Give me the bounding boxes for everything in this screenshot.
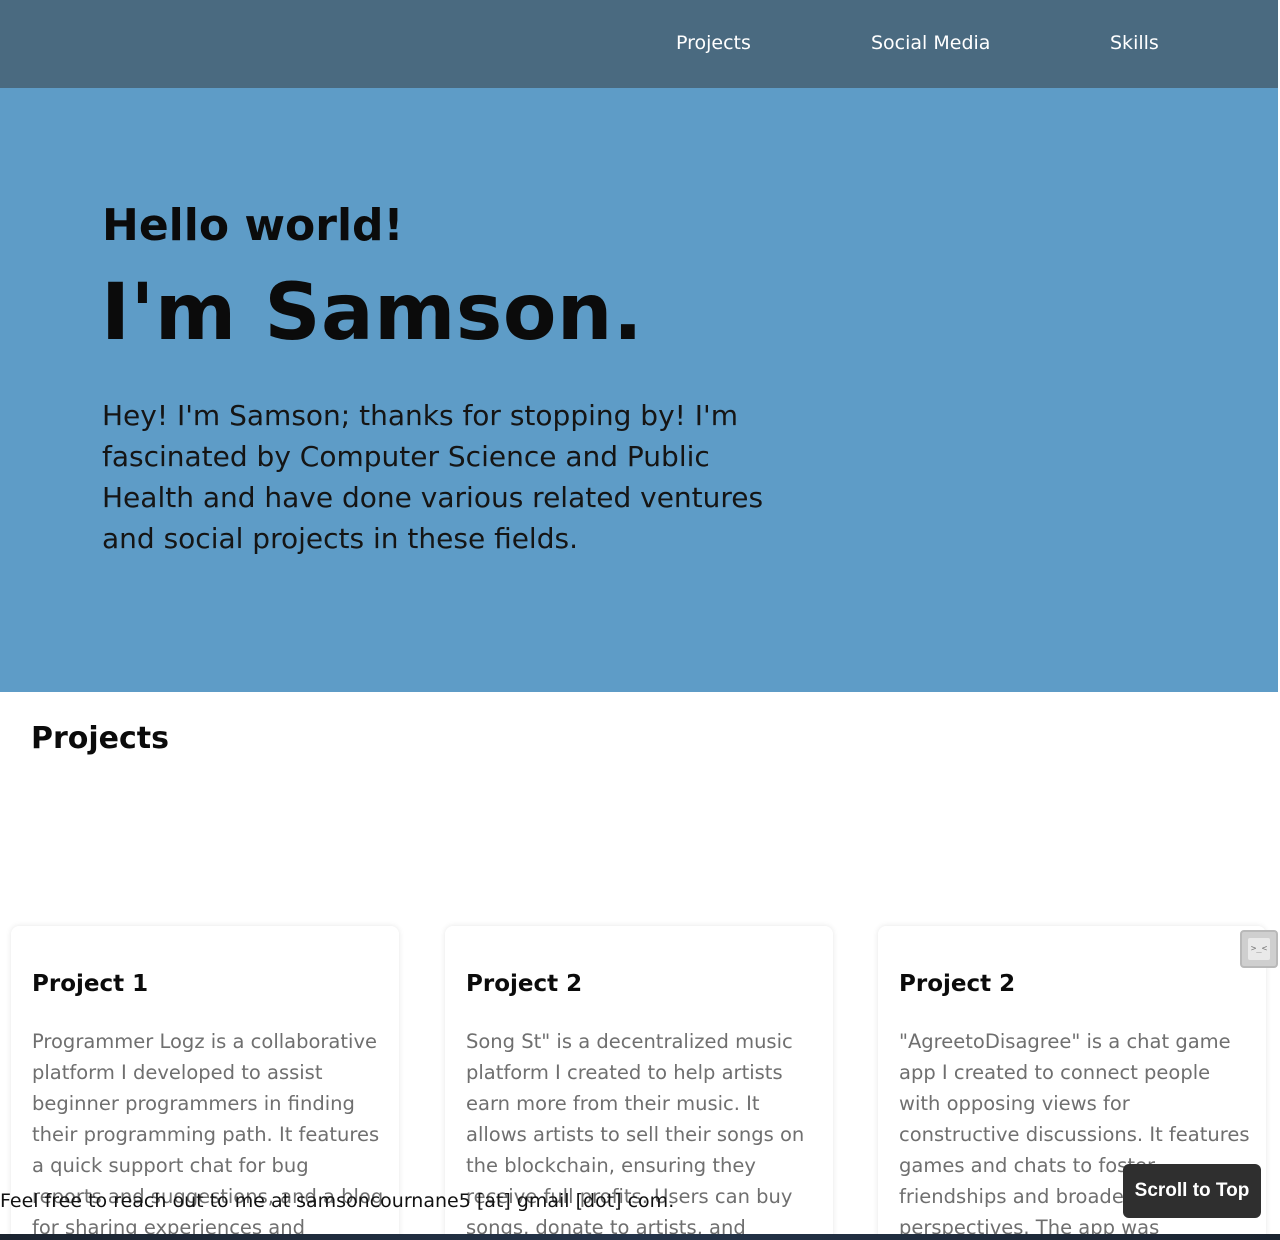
terminal-icon: >_< <box>1248 938 1270 960</box>
project-card-title: Project 1 <box>32 971 149 997</box>
nav-link-projects[interactable]: Projects <box>676 32 751 54</box>
scroll-to-top-button[interactable]: Scroll to Top <box>1123 1164 1261 1218</box>
bottom-edge <box>0 1234 1280 1240</box>
navbar: Projects Social Media Skills <box>0 0 1278 88</box>
contact-text: Feel free to reach out to me at samsonco… <box>0 1190 675 1212</box>
nav-link-skills[interactable]: Skills <box>1110 32 1159 54</box>
project-card-title: Project 2 <box>466 971 583 997</box>
hero-greeting: Hello world! <box>102 200 404 251</box>
nav-link-social-media[interactable]: Social Media <box>871 32 990 54</box>
side-widget-button[interactable]: >_< <box>1240 930 1278 968</box>
hero-intro: Hey! I'm Samson; thanks for stopping by!… <box>102 399 764 555</box>
hero-section: Hello world! I'm Samson. Hey! I'm Samson… <box>0 88 1278 692</box>
projects-section-title: Projects <box>31 721 170 756</box>
hero-name: I'm Samson. <box>101 268 644 358</box>
project-card-title: Project 2 <box>899 971 1016 997</box>
